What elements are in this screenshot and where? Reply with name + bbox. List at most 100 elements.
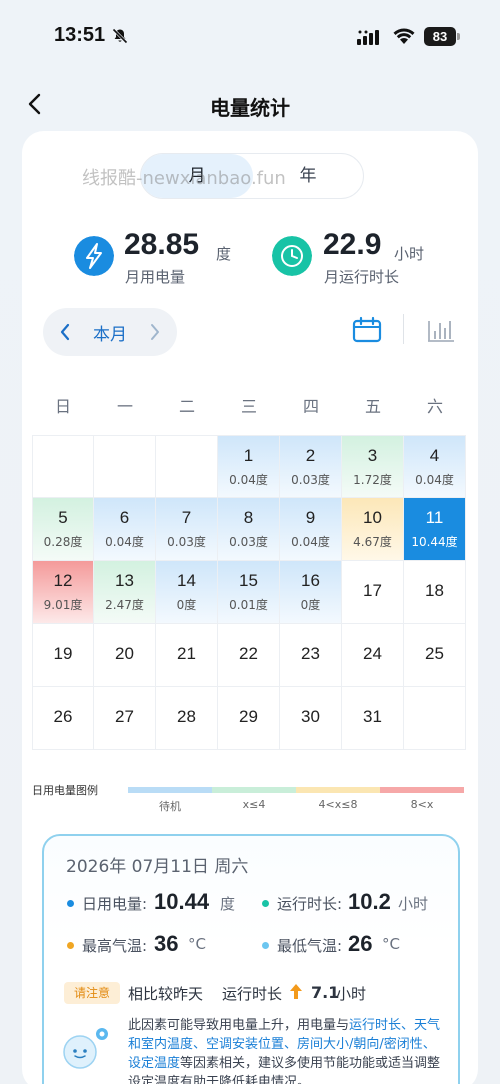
calendar-day-19[interactable]: 19	[32, 624, 94, 687]
day-power: 0度	[176, 598, 197, 612]
calendar-day-8[interactable]: 8 0.03度	[218, 498, 280, 561]
min-temp-label: 最低气温:	[277, 937, 343, 955]
daily-power-value: 10.44	[154, 889, 210, 914]
notice-compare: 相比较昨天	[128, 985, 204, 1003]
day-power: 10.44度	[411, 535, 458, 549]
calendar-day-16[interactable]: 16 0度	[280, 561, 342, 624]
calendar-day-24[interactable]: 24	[342, 624, 404, 687]
legend-title: 日用电量图例	[32, 784, 98, 797]
calendar-day-13[interactable]: 13 2.47度	[94, 561, 156, 624]
day-power: 1.72度	[353, 473, 392, 487]
day-power: 0.04度	[229, 473, 268, 487]
legend-swatch	[296, 787, 380, 793]
runtime-dot	[262, 900, 269, 907]
day-number: 7	[181, 508, 192, 527]
min-temp-dot	[262, 942, 269, 949]
watermark-text: 线报酷-newxianbao.fun	[82, 168, 286, 189]
month-selector: 本月	[43, 308, 177, 356]
daily-power-unit: 度	[220, 895, 236, 913]
advice-text-a: 此因素可能导致用电量上升，用电量与	[128, 1018, 350, 1033]
advice-paragraph: 此因素可能导致用电量上升，用电量与运行时长、天气和室内温度、空调安装位置、房间大…	[128, 1016, 448, 1084]
day-number: 8	[243, 508, 254, 527]
legend-swatch	[212, 787, 296, 793]
max-temp-label: 最高气温:	[82, 937, 148, 955]
calendar-day-29[interactable]: 29	[218, 687, 280, 750]
nav-header: 电量统计	[0, 84, 500, 124]
chevron-right-icon[interactable]	[149, 322, 161, 342]
chevron-left-icon[interactable]	[59, 322, 71, 342]
calendar-day-31[interactable]: 31	[342, 687, 404, 750]
daily-runtime-unit: 小时	[398, 895, 429, 913]
calendar-day-4[interactable]: 4 0.04度	[404, 435, 466, 498]
weekday-wed: 三	[240, 397, 257, 416]
calendar-day-12[interactable]: 12 9.01度	[32, 561, 94, 624]
day-number: 11	[425, 508, 444, 527]
day-number: 31	[363, 707, 382, 726]
day-number: 18	[425, 581, 444, 600]
calendar-day-23[interactable]: 23	[280, 624, 342, 687]
day-power: 0.03度	[229, 535, 268, 549]
daily-runtime-value: 10.2	[348, 889, 391, 914]
day-number: 25	[425, 644, 444, 663]
legend-item-label: 8<x	[410, 798, 434, 811]
day-power: 0.28度	[43, 535, 83, 549]
calendar-day-11[interactable]: 11 10.44度	[404, 498, 466, 561]
calendar-day-17[interactable]: 17	[342, 561, 404, 624]
calendar-day-5[interactable]: 5 0.28度	[32, 498, 94, 561]
calendar-day-18[interactable]: 18	[404, 561, 466, 624]
day-number: 2	[305, 446, 316, 465]
calendar-day-27[interactable]: 27	[94, 687, 156, 750]
month-runtime-unit: 小时	[394, 245, 425, 263]
legend-swatch	[128, 787, 212, 793]
calendar-day-22[interactable]: 22	[218, 624, 280, 687]
calendar-view-icon[interactable]	[352, 316, 382, 344]
day-number: 13	[115, 571, 134, 590]
daily-runtime-label: 运行时长:	[277, 895, 343, 913]
day-power: 0.03度	[167, 535, 206, 549]
calendar-day-15[interactable]: 15 0.01度	[218, 561, 280, 624]
day-number: 29	[239, 707, 258, 726]
calendar-day-2[interactable]: 2 0.03度	[280, 435, 342, 498]
notice-badge: 请注意	[64, 982, 120, 1004]
calendar-day-20[interactable]: 20	[94, 624, 156, 687]
legend-item-label: 4<x≤8	[318, 798, 358, 811]
max-temp-unit: °C	[188, 935, 206, 953]
notice-metric: 运行时长	[222, 985, 283, 1003]
wifi-icon	[393, 28, 415, 44]
calendar-grid: 1 0.04度 2 0.03度 3 1.72度 4 0.04度 5 0.28度 6 0.04度 7 0.0…	[32, 435, 466, 753]
notice-unit: 小时	[336, 985, 367, 1003]
calendar-day-26[interactable]: 26	[32, 687, 94, 750]
calendar-day-28[interactable]: 28	[156, 687, 218, 750]
calendar-day-9[interactable]: 9 0.04度	[280, 498, 342, 561]
day-number: 9	[305, 508, 316, 527]
calendar-day-30[interactable]: 30	[280, 687, 342, 750]
day-number: 16	[301, 571, 320, 590]
bar-chart-view-icon[interactable]	[426, 317, 456, 343]
day-power: 0度	[300, 598, 321, 612]
mute-bell-icon	[112, 28, 128, 44]
day-number: 14	[177, 571, 196, 590]
calendar-day-14[interactable]: 14 0度	[156, 561, 218, 624]
calendar-day-1[interactable]: 1 0.04度	[218, 435, 280, 498]
current-month-label[interactable]: 本月	[93, 320, 127, 345]
calendar-day-25[interactable]: 25	[404, 624, 466, 687]
weekday-sun: 日	[54, 397, 71, 416]
calendar-day-21[interactable]: 21	[156, 624, 218, 687]
calendar-day-3[interactable]: 3 1.72度	[342, 435, 404, 498]
calendar-day-7[interactable]: 7 0.03度	[156, 498, 218, 561]
month-runtime-value: 22.9	[323, 228, 382, 261]
day-number: 23	[301, 644, 320, 663]
calendar-empty-cell	[404, 687, 466, 750]
min-temp-value: 26	[348, 931, 373, 956]
calendar-day-6[interactable]: 6 0.04度	[94, 498, 156, 561]
month-power-unit: 度	[216, 245, 232, 263]
battery-tip	[457, 33, 460, 40]
clock-icon	[272, 236, 312, 276]
status-bar: 13:51 83	[0, 0, 500, 74]
calendar-day-10[interactable]: 10 4.67度	[342, 498, 404, 561]
detail-date: 2026年 07月11日 周六	[66, 857, 249, 877]
weekday-tue: 二	[178, 397, 195, 416]
day-number: 24	[363, 644, 382, 663]
weekday-sat: 六	[426, 397, 443, 416]
weekday-fri: 五	[364, 397, 381, 416]
